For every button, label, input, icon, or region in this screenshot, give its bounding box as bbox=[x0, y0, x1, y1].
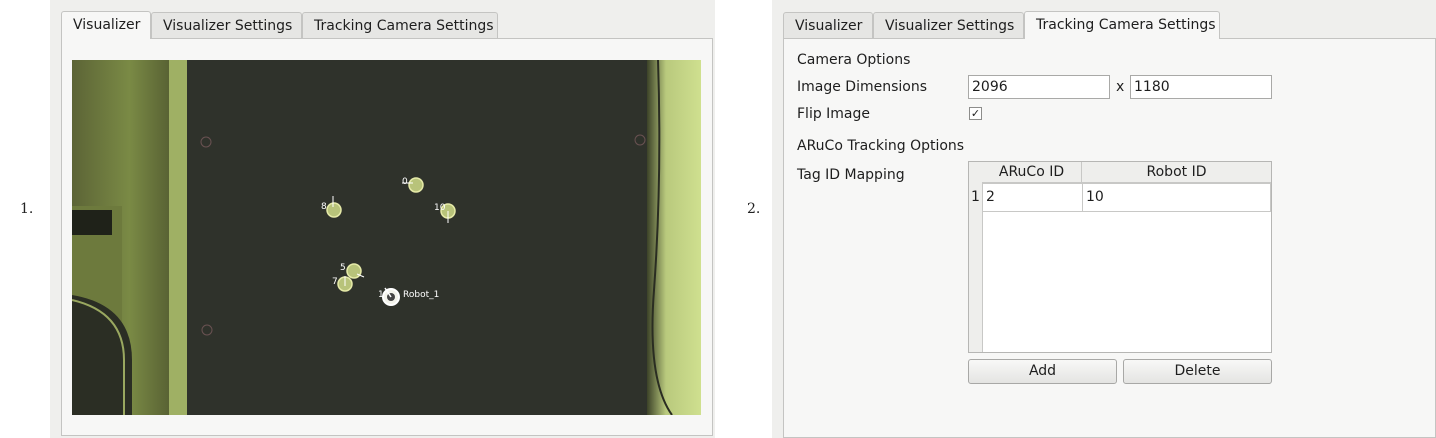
aruco-tracking-heading: ARuCo Tracking Options bbox=[797, 138, 965, 154]
table-cell-aruco-id[interactable]: 2 bbox=[982, 183, 1083, 212]
robot-label: Robot_1 bbox=[403, 290, 440, 300]
marker-label-5: 5 bbox=[340, 263, 346, 273]
marker-label-8: 8 bbox=[321, 202, 327, 212]
flip-image-label: Flip Image bbox=[797, 106, 871, 122]
tab-content-frame: Camera Options Image Dimensions 2096 x 1… bbox=[783, 38, 1436, 438]
image-dimensions-label: Image Dimensions bbox=[797, 79, 928, 95]
window-visualizer: Visualizer Visualizer Settings Tracking … bbox=[50, 0, 715, 438]
tab-tracking-camera-settings[interactable]: Tracking Camera Settings bbox=[1024, 11, 1220, 39]
tab-visualizer-settings[interactable]: Visualizer Settings bbox=[151, 12, 302, 38]
marker-label-0: 0 bbox=[402, 177, 408, 187]
item-number-1: 1. bbox=[20, 201, 34, 217]
tag-mapping-table[interactable]: ARuCo ID Robot ID 1 2 10 bbox=[968, 161, 1272, 353]
column-header-aruco-id[interactable]: ARuCo ID bbox=[982, 162, 1082, 183]
marker-label-10: 10 bbox=[434, 203, 446, 213]
marker-label-1: 1 bbox=[378, 290, 384, 300]
delete-button[interactable]: Delete bbox=[1123, 359, 1272, 384]
tab-visualizer[interactable]: Visualizer bbox=[61, 11, 151, 39]
camera-feed-view bbox=[72, 60, 701, 415]
tab-visualizer-settings[interactable]: Visualizer Settings bbox=[873, 12, 1024, 38]
tab-tracking-camera-settings[interactable]: Tracking Camera Settings bbox=[302, 12, 498, 38]
table-cell-robot-id[interactable]: 10 bbox=[1082, 183, 1271, 212]
window-tracking-settings: Visualizer Visualizer Settings Tracking … bbox=[772, 0, 1436, 438]
flip-image-checkbox[interactable]: ✓ bbox=[969, 107, 982, 120]
marker-1-robot bbox=[382, 287, 400, 306]
item-number-2: 2. bbox=[747, 201, 761, 217]
add-button[interactable]: Add bbox=[968, 359, 1117, 384]
camera-options-heading: Camera Options bbox=[797, 52, 911, 68]
tab-visualizer[interactable]: Visualizer bbox=[783, 12, 873, 38]
marker-7 bbox=[337, 276, 353, 292]
image-width-input[interactable]: 2096 bbox=[968, 75, 1110, 99]
dimension-separator: x bbox=[1116, 79, 1125, 95]
column-header-robot-id[interactable]: Robot ID bbox=[1082, 162, 1271, 183]
marker-label-7: 7 bbox=[332, 277, 338, 287]
image-height-input[interactable]: 1180 bbox=[1130, 75, 1272, 99]
tab-content-frame: 0 8 10 5 7 1 Robot_1 bbox=[61, 38, 713, 436]
tag-id-mapping-label: Tag ID Mapping bbox=[797, 167, 905, 183]
row-number: 1 bbox=[969, 183, 982, 212]
